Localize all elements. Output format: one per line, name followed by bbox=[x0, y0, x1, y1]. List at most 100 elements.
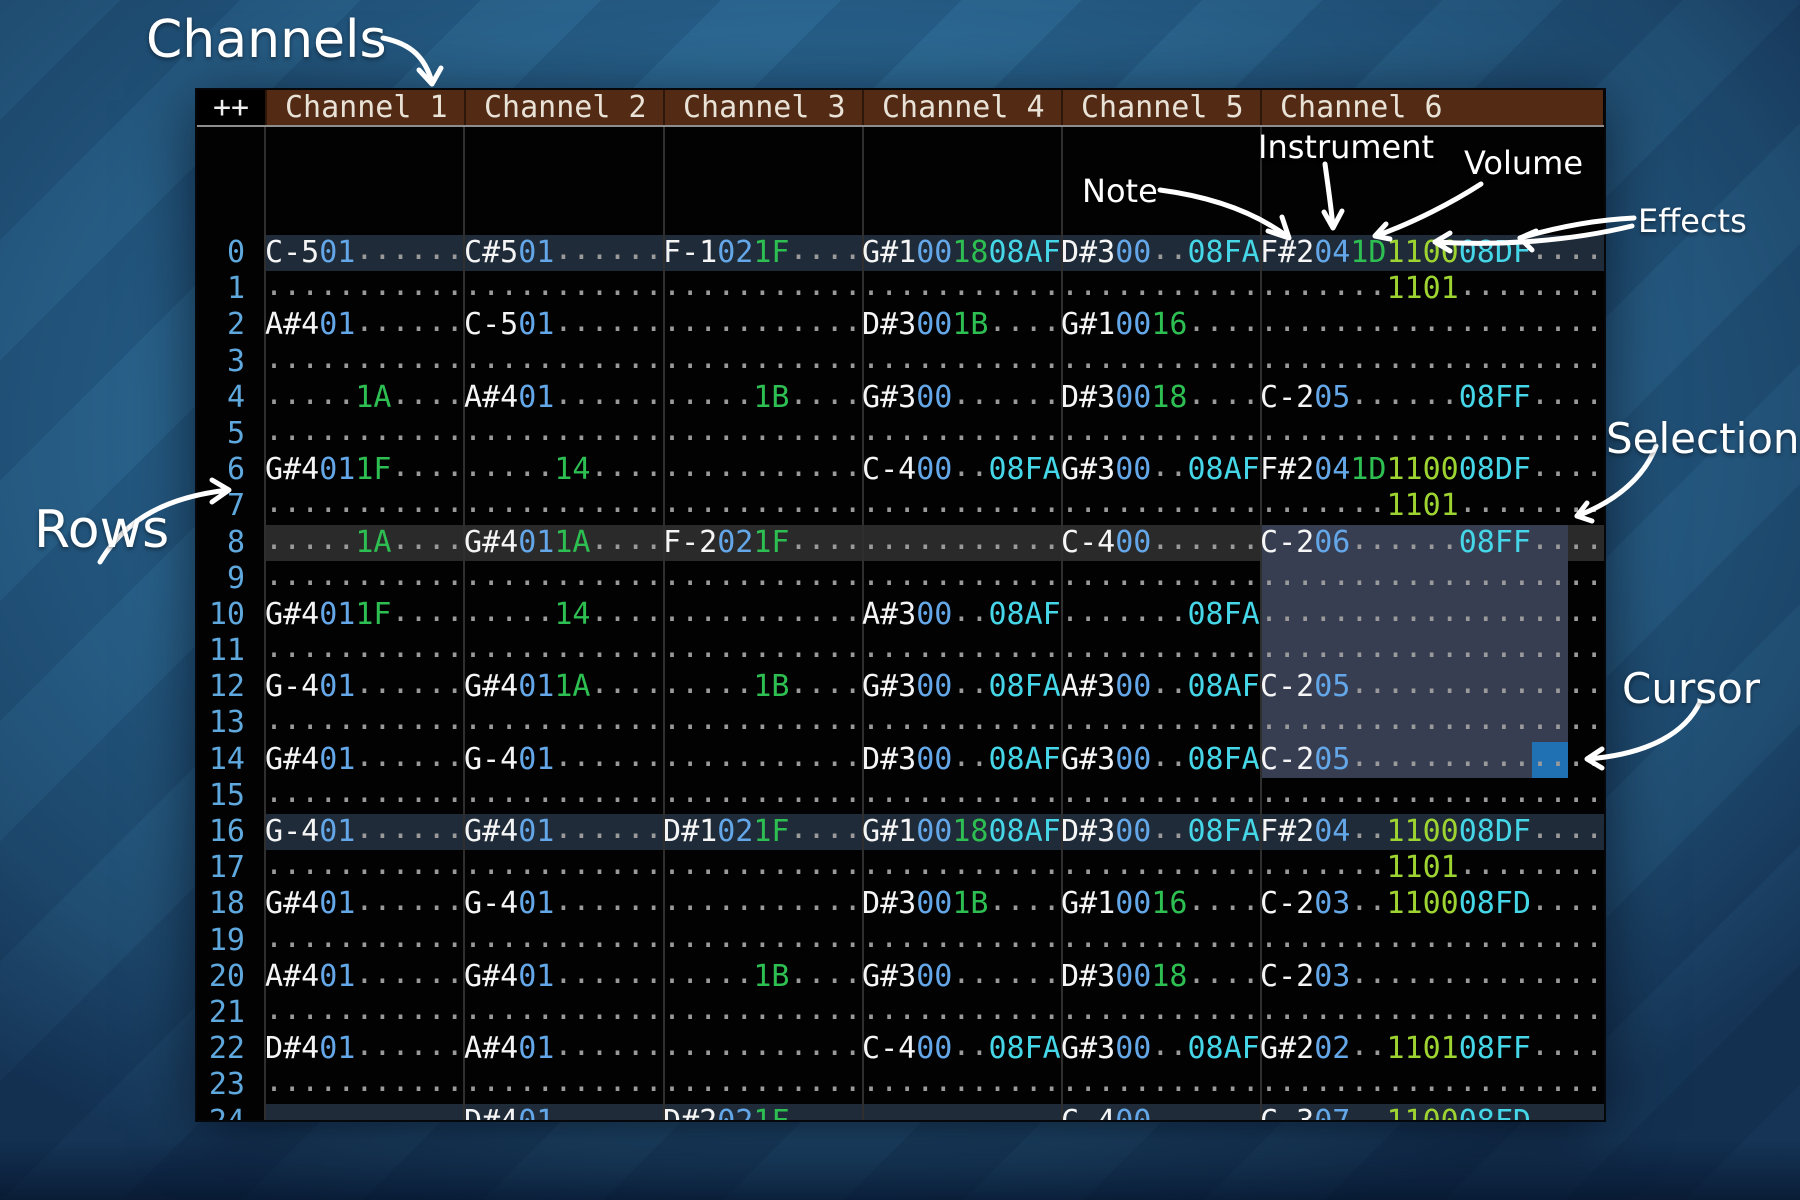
pattern-cell[interactable]: ........... bbox=[663, 416, 862, 452]
pattern-cell[interactable]: G#4011F.... bbox=[265, 452, 464, 488]
pattern-cell[interactable]: G#1001808AF bbox=[862, 814, 1061, 850]
pattern-cell[interactable]: C#501...... bbox=[464, 235, 663, 271]
pattern-cell[interactable]: ........... bbox=[1061, 488, 1260, 524]
pattern-cell[interactable]: ........... bbox=[862, 271, 1061, 307]
pattern-cell[interactable]: ........... bbox=[265, 778, 464, 814]
pattern-cell[interactable]: ........... bbox=[862, 1104, 1061, 1121]
pattern-cell[interactable]: A#401...... bbox=[265, 959, 464, 995]
pattern-cell[interactable]: ........... bbox=[862, 705, 1061, 741]
pattern-cell[interactable]: ........... bbox=[1061, 1067, 1260, 1103]
pattern-cell[interactable]: ........... bbox=[464, 633, 663, 669]
pattern-cell[interactable]: ........... bbox=[464, 995, 663, 1031]
pattern-cell[interactable]: D#401...... bbox=[265, 1031, 464, 1067]
pattern-cell[interactable]: G#401...... bbox=[464, 814, 663, 850]
pattern-cell[interactable]: ........... bbox=[1061, 850, 1260, 886]
pattern-cell[interactable]: D#300..08FA bbox=[1061, 814, 1260, 850]
pattern-cell[interactable]: ........... bbox=[862, 923, 1061, 959]
pattern-cell[interactable]: C-400..08FA bbox=[862, 452, 1061, 488]
channel-header-5[interactable]: Channel 5 bbox=[1061, 90, 1260, 125]
pattern-cell[interactable]: G#401...... bbox=[265, 742, 464, 778]
pattern-cell[interactable]: C-206......08FF.... bbox=[1260, 525, 1603, 561]
pattern-cell[interactable]: ........... bbox=[1061, 271, 1260, 307]
pattern-cell[interactable]: G-401...... bbox=[265, 669, 464, 705]
pattern-cell[interactable]: C-205.............. bbox=[1260, 742, 1603, 778]
pattern-cell[interactable]: G#1001808AF bbox=[862, 235, 1061, 271]
pattern-cell[interactable]: ........... bbox=[663, 597, 862, 633]
pattern-cell[interactable]: ................... bbox=[1260, 597, 1603, 633]
pattern-cell[interactable]: A#401...... bbox=[464, 1031, 663, 1067]
pattern-cell[interactable]: .....1B.... bbox=[663, 959, 862, 995]
pattern-cell[interactable]: C-307..110008FD.... bbox=[1260, 1104, 1603, 1121]
pattern-cell[interactable]: .....14.... bbox=[464, 597, 663, 633]
pattern-cell[interactable]: .....1A.... bbox=[265, 525, 464, 561]
pattern-cell[interactable]: ................... bbox=[1260, 923, 1603, 959]
pattern-cell[interactable]: ........... bbox=[663, 488, 862, 524]
channel-header-3[interactable]: Channel 3 bbox=[663, 90, 862, 125]
pattern-cell[interactable]: ........... bbox=[265, 1067, 464, 1103]
pattern-cell[interactable]: ........... bbox=[265, 488, 464, 524]
pattern-cell[interactable]: G#202..110108FF.... bbox=[1260, 1031, 1603, 1067]
pattern-cell[interactable]: ........... bbox=[265, 705, 464, 741]
pattern-cell[interactable]: ................... bbox=[1260, 995, 1603, 1031]
pattern-cell[interactable]: ................... bbox=[1260, 416, 1603, 452]
channel-header-1[interactable]: Channel 1 bbox=[265, 90, 464, 125]
pattern-cell[interactable]: F-1021F.... bbox=[663, 235, 862, 271]
pattern-cell[interactable]: ........... bbox=[663, 995, 862, 1031]
pattern-cell[interactable]: ........... bbox=[663, 923, 862, 959]
pattern-cell[interactable]: ........... bbox=[663, 1067, 862, 1103]
pattern-cell[interactable]: G-401...... bbox=[464, 886, 663, 922]
pattern-cell[interactable]: G#300...... bbox=[862, 380, 1061, 416]
pattern-cell[interactable]: C-501...... bbox=[464, 307, 663, 343]
pattern-cell[interactable]: D#300..08AF bbox=[862, 742, 1061, 778]
pattern-cell[interactable]: A#401...... bbox=[464, 380, 663, 416]
pattern-cell[interactable]: .......1101........ bbox=[1260, 850, 1603, 886]
pattern-cell[interactable]: ................... bbox=[1260, 1067, 1603, 1103]
pattern-cell[interactable]: ........... bbox=[663, 1031, 862, 1067]
pattern-cell[interactable]: ........... bbox=[464, 344, 663, 380]
pattern-cell[interactable]: ................... bbox=[1260, 307, 1603, 343]
pattern-cell[interactable]: A#300..08AF bbox=[1061, 669, 1260, 705]
pattern-cell[interactable]: G#300..08FA bbox=[1061, 742, 1260, 778]
pattern-cell[interactable]: ........... bbox=[265, 995, 464, 1031]
pattern-cell[interactable]: G#300..08FA bbox=[862, 669, 1061, 705]
pattern-cell[interactable]: ........... bbox=[862, 525, 1061, 561]
pattern-cell[interactable]: F#2041D110008DF.... bbox=[1260, 452, 1603, 488]
pattern-cell[interactable]: G#10016.... bbox=[1061, 307, 1260, 343]
pattern-cell[interactable]: ........... bbox=[663, 307, 862, 343]
pattern-cell[interactable]: A#401...... bbox=[265, 307, 464, 343]
pattern-cell[interactable]: .....1B.... bbox=[663, 380, 862, 416]
pattern-cell[interactable]: D#30018.... bbox=[1061, 380, 1260, 416]
pattern-cell[interactable]: D#30018.... bbox=[1061, 959, 1260, 995]
pattern-cell[interactable]: ........... bbox=[1061, 778, 1260, 814]
pattern-cell[interactable]: D#300..08FA bbox=[1061, 235, 1260, 271]
pattern-cell[interactable]: .....1A.... bbox=[265, 380, 464, 416]
pattern-cell[interactable]: ........... bbox=[464, 923, 663, 959]
pattern-cell[interactable]: F-2021F.... bbox=[663, 525, 862, 561]
pattern-cell[interactable]: C-205......08FF.... bbox=[1260, 380, 1603, 416]
pattern-cell[interactable]: ........... bbox=[265, 271, 464, 307]
pattern-cell[interactable]: ........... bbox=[663, 452, 862, 488]
pattern-cell[interactable]: ........... bbox=[464, 416, 663, 452]
pattern-cell[interactable]: C-203.............. bbox=[1260, 959, 1603, 995]
pattern-cell[interactable]: ........... bbox=[663, 742, 862, 778]
pattern-cell[interactable]: ........... bbox=[663, 705, 862, 741]
pattern-cell[interactable]: ........... bbox=[265, 416, 464, 452]
pattern-cell[interactable]: ........... bbox=[862, 995, 1061, 1031]
pattern-cell[interactable]: ........... bbox=[1061, 633, 1260, 669]
pattern-cell[interactable]: D#1021F.... bbox=[663, 814, 862, 850]
pattern-cell[interactable]: ........... bbox=[862, 416, 1061, 452]
pattern-cell[interactable]: C-205.............. bbox=[1260, 669, 1603, 705]
pattern-cell[interactable]: ........... bbox=[862, 778, 1061, 814]
pattern-cell[interactable]: C-400..08FA bbox=[862, 1031, 1061, 1067]
pattern-cell[interactable]: .....14.... bbox=[464, 452, 663, 488]
pattern-cell[interactable]: ........... bbox=[265, 344, 464, 380]
pattern-cell[interactable]: G-401...... bbox=[464, 742, 663, 778]
pattern-cell[interactable]: G-401...... bbox=[265, 814, 464, 850]
pattern-cell[interactable]: ........... bbox=[1061, 995, 1260, 1031]
pattern-cell[interactable]: G#4011F.... bbox=[265, 597, 464, 633]
pattern-cell[interactable]: D#2021F.... bbox=[663, 1104, 862, 1121]
pattern-cell[interactable]: ........... bbox=[862, 850, 1061, 886]
pattern-cell[interactable]: ........... bbox=[663, 850, 862, 886]
pattern-cell[interactable]: G#4011A.... bbox=[464, 669, 663, 705]
pattern-cell[interactable]: ........... bbox=[663, 778, 862, 814]
